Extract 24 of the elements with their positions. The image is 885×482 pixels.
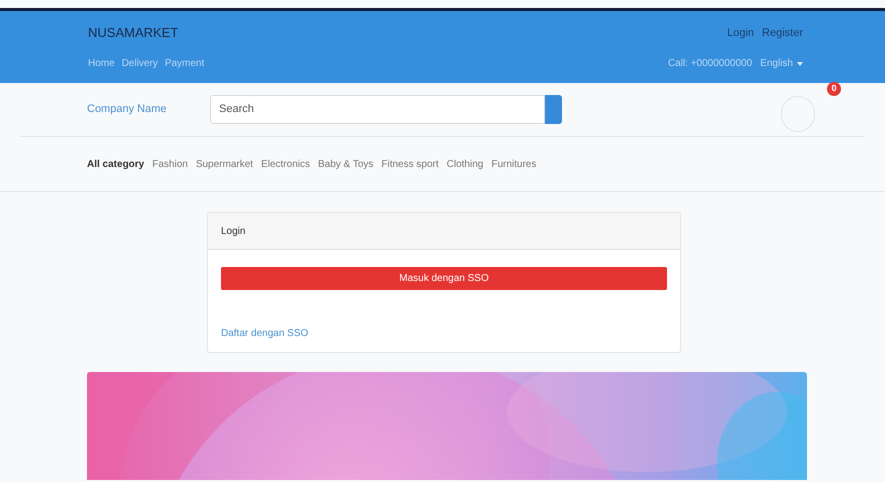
- category-link[interactable]: All category: [87, 156, 144, 172]
- category-link[interactable]: Fashion: [152, 156, 188, 172]
- caret-icon: [797, 62, 803, 66]
- header-link[interactable]: Register: [762, 24, 803, 41]
- category-link[interactable]: Fitness sport: [381, 156, 439, 172]
- cart-count-badge: 0: [827, 82, 841, 96]
- category-link[interactable]: Electronics: [261, 156, 310, 172]
- company-name-link[interactable]: Company Name: [87, 101, 210, 118]
- category-link[interactable]: Furnitures: [491, 156, 536, 172]
- language-dropdown[interactable]: English: [760, 56, 803, 71]
- phone-number: Call: +0000000000: [668, 57, 752, 71]
- search-button[interactable]: [545, 95, 562, 124]
- header-link[interactable]: Login: [727, 24, 754, 41]
- nav-link[interactable]: Delivery: [122, 56, 158, 71]
- category-link[interactable]: Supermarket: [196, 156, 254, 172]
- brand-name: NUSAMARKET: [88, 24, 178, 42]
- nav-link[interactable]: Home: [88, 56, 115, 71]
- search-field[interactable]: Search: [210, 95, 545, 124]
- card-title: Login: [221, 224, 246, 238]
- nav-link[interactable]: Payment: [164, 56, 204, 71]
- category-link[interactable]: Baby & Toys: [318, 156, 374, 172]
- category-link[interactable]: Clothing: [446, 156, 484, 172]
- sso-login-button[interactable]: Masuk dengan SSO: [221, 267, 667, 290]
- sso-register-link[interactable]: Daftar dengan SSO: [221, 328, 308, 339]
